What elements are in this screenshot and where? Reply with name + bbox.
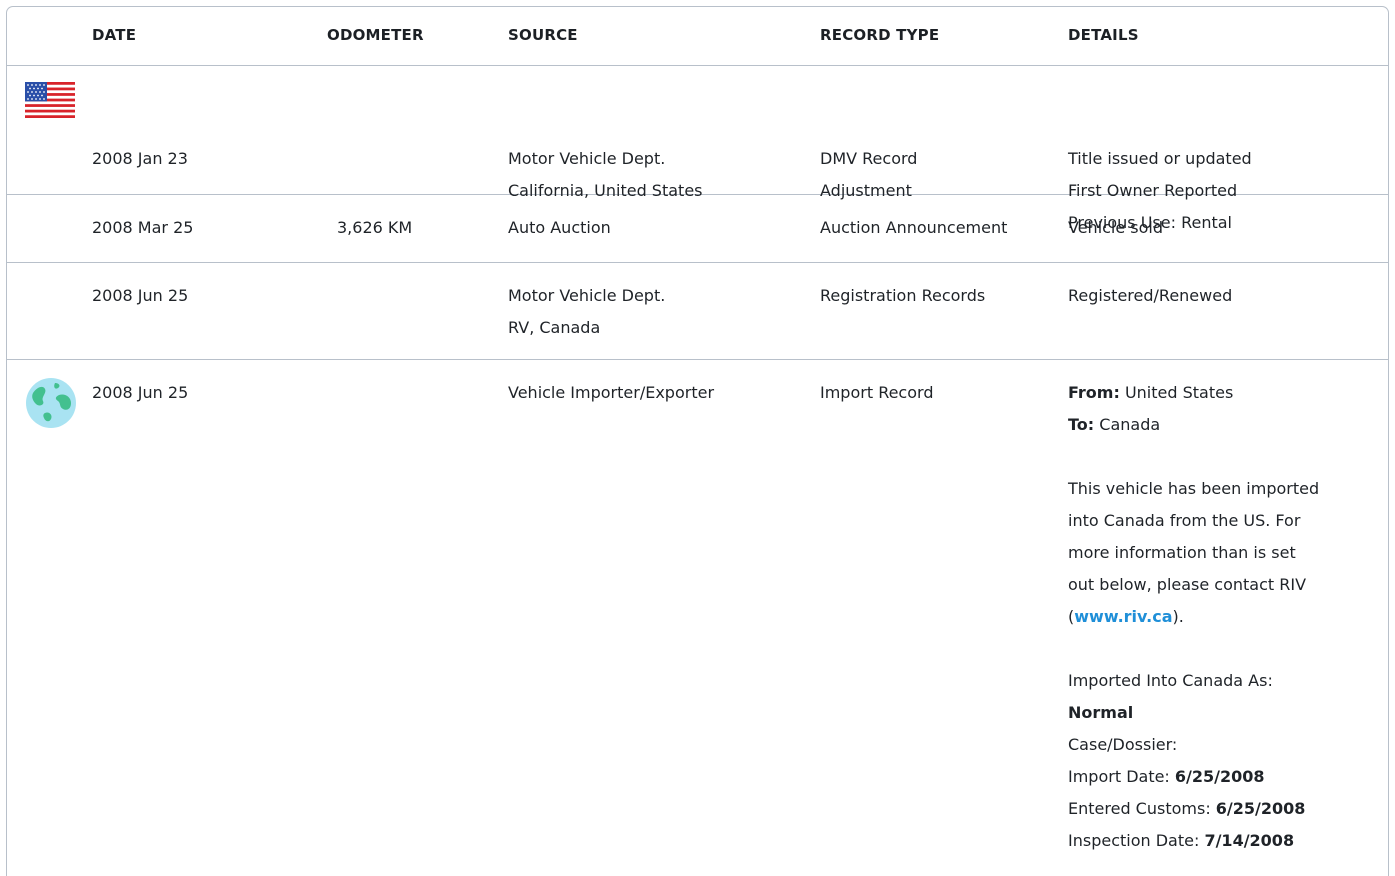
import-to: To: Canada — [1068, 415, 1161, 434]
table-row: 2008 Jun 25 Vehicle Importer/Exporter Im… — [7, 360, 1388, 876]
us-flag-icon — [25, 82, 75, 122]
header-record-type: RECORD TYPE — [820, 26, 940, 44]
imported-as-value: Normal — [1068, 703, 1134, 722]
table-row: 2008 Jan 23 Motor Vehicle Dept. Californ… — [7, 66, 1388, 232]
row-source: Vehicle Importer/Exporter — [508, 383, 715, 402]
table-row: 2008 Jun 25 Motor Vehicle Dept. RV, Cana… — [7, 263, 1388, 360]
header-odometer: ODOMETER — [327, 26, 424, 44]
row-odometer: 3,626 KM — [337, 218, 413, 237]
header-source: SOURCE — [508, 26, 578, 44]
row-record-type: Registration Records — [820, 286, 986, 305]
riv-link[interactable]: www.riv.ca — [1074, 607, 1172, 626]
header-details: DETAILS — [1068, 26, 1139, 44]
row-source: Motor Vehicle Dept. RV, Canada — [508, 286, 666, 337]
row-date: 2008 Jun 25 — [92, 383, 189, 402]
import-date: Import Date: 6/25/2008 — [1068, 767, 1265, 786]
row-date: 2008 Jun 25 — [92, 286, 189, 305]
globe-icon — [25, 377, 77, 433]
row-details: Registered/Renewed — [1068, 286, 1233, 305]
row-details: From: United States To: Canada This vehi… — [1068, 377, 1319, 857]
row-date: 2008 Mar 25 — [92, 218, 194, 237]
table-header-row: DATE ODOMETER SOURCE RECORD TYPE DETAILS — [7, 7, 1388, 66]
row-record-type: Auction Announcement — [820, 218, 1008, 237]
row-source: Auto Auction — [508, 218, 611, 237]
header-date: DATE — [92, 26, 137, 44]
import-from: From: United States — [1068, 383, 1234, 402]
inspection-date: Inspection Date: 7/14/2008 — [1068, 831, 1295, 850]
row-record-type: Import Record — [820, 383, 934, 402]
entered-customs: Entered Customs: 6/25/2008 — [1068, 799, 1306, 818]
vehicle-history-table: DATE ODOMETER SOURCE RECORD TYPE DETAILS — [6, 6, 1389, 876]
table-row: 2008 Mar 25 3,626 KM Auto Auction Auctio… — [7, 195, 1388, 263]
riv-link-line: (www.riv.ca). — [1068, 607, 1184, 626]
row-details: Vehicle sold — [1068, 218, 1164, 237]
row-date: 2008 Jan 23 — [92, 149, 188, 168]
